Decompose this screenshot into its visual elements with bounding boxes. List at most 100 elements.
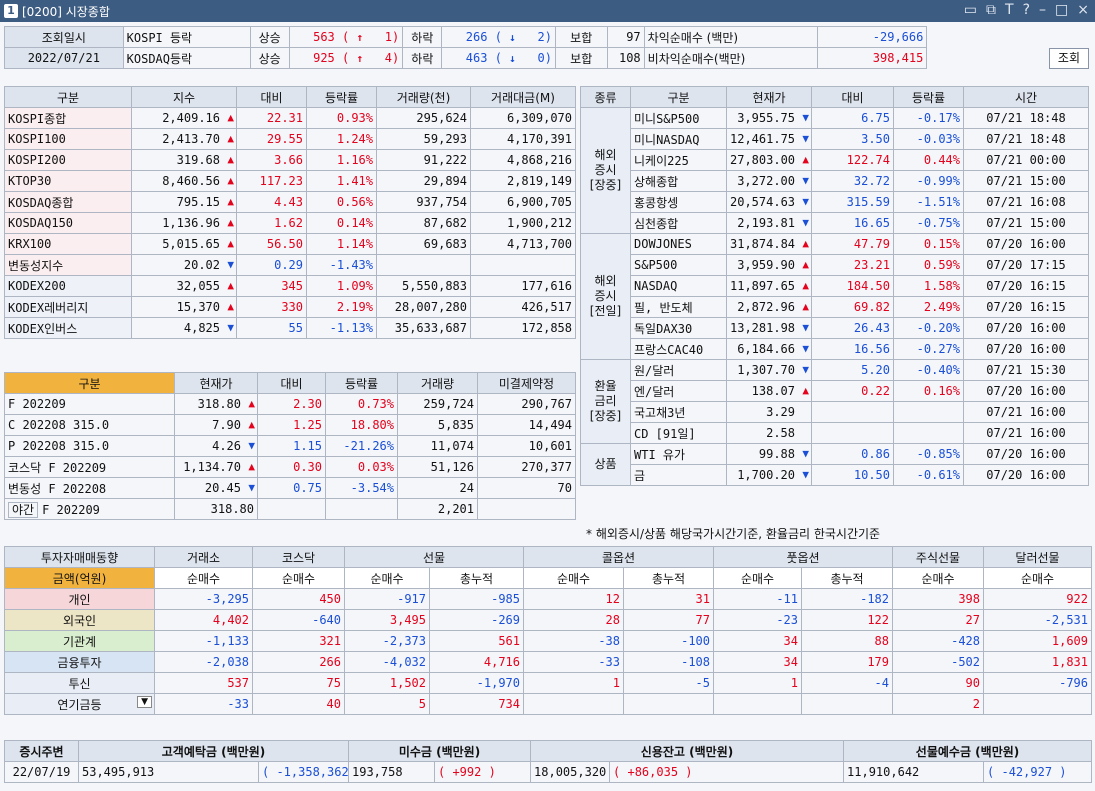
timezone-note: * 해외증시/상품 해당국가시간기준, 환율금리 한국시간기준 [586,527,881,541]
table-row[interactable]: KOSDAQ종합 795.15 ▲ 4.43 0.56% 937,754 6,900,705 [4,191,576,213]
table-row[interactable]: 상품 WTI 유가 99.88 ▼ 0.86 -0.85% 07/20 16:00 [580,443,1089,486]
futures-deposit-value: 11,910,642 [843,761,985,783]
layout-icon[interactable]: ▭ [964,2,977,18]
table-row[interactable]: 해외 증시 [전일] DOWJONES 31,874.84 ▲ 47.79 0.15% 07… [580,233,1089,360]
index-diff: 0.29 [236,254,307,276]
world-group-label: 상품 [580,443,631,486]
table-row[interactable]: KOSPI종합 2,409.16 ▲ 22.31 0.93% 295,624 6,309,0… [4,107,576,129]
table-row[interactable]: 독일DAX30 13,281.98 ▼ 26.43 -0.20% 07/20 16:00 [581,317,1089,339]
flow-value: 31 [623,588,714,610]
deriv-rate: -21.26% [325,435,398,457]
down-triangle-icon: ▼ [802,342,809,355]
table-row[interactable]: 연기금등 ▼ -33 40 5 734 2 [4,693,1092,715]
down-triangle-icon: ▼ [802,321,809,334]
table-row[interactable]: 프랑스CAC40 6,184.66 ▼ 16.56 -0.27% 07/20 16:00 [581,338,1089,360]
index-volume: 87,682 [376,212,471,234]
close-icon[interactable]: × [1077,2,1089,18]
flow-value [523,693,624,715]
derivatives-table: 구분 현재가 대비 등락률 거래량 미결제약정 F 202209 318.80 ▲ 2.30 0.… [4,372,576,520]
table-row[interactable]: 환율 금리 [장중] 원/달러 1,307.70 ▼ 5.20 -0.40% 07/21 1… [580,359,1089,444]
flow-value: 2 [892,693,984,715]
nonarb-value: 398,415 [816,47,928,69]
table-row[interactable]: 필, 반도체 2,872.96 ▲ 69.82 2.49% 07/20 16:15 [581,296,1089,318]
table-row[interactable]: 변동성지수 20.02 ▼ 0.29 -1.43% [4,254,576,276]
table-row[interactable]: P 202208 315.0 4.26 ▼ 1.15 -21.26% 11,074 10,6… [4,435,576,457]
world-name: 니케이225 [630,149,727,171]
help-icon[interactable]: ? [1023,2,1030,18]
table-row[interactable]: 미니NASDAQ 12,461.75 ▼ 3.50 -0.03% 07/21 18:48 [581,128,1089,150]
flow-value: 122 [801,609,893,631]
world-value: 99.88 ▼ [726,443,812,465]
table-row[interactable]: KOSDAQ150 1,136.96 ▲ 1.62 0.14% 87,682 1,900,2… [4,212,576,234]
investor-name[interactable]: 연기금등 ▼ [4,693,155,715]
world-value: 2,872.96 ▲ [726,296,812,318]
down-triangle-icon: ▼ [802,216,809,229]
table-row[interactable]: NASDAQ 11,897.65 ▲ 184.50 1.58% 07/20 16:15 [581,275,1089,297]
table-row[interactable]: CD [91일] 2.58 07/21 16:00 [581,422,1089,444]
flow-sub-header: 순매수 [344,567,430,589]
table-row[interactable]: 홍콩항셍 20,574.63 ▼ 315.59 -1.51% 07/21 16:08 [581,191,1089,213]
world-diff [811,401,894,423]
table-row[interactable]: 외국인 4,402 -640 3,495 -269 28 77 -23 122 27 -2,531 [4,609,1092,631]
table-row[interactable]: 투신 537 75 1,502 -1,970 1 -5 1 -4 90 -796 [4,672,1092,694]
world-header: 현재가 [726,86,812,108]
table-row[interactable]: 국고채3년 3.29 07/21 16:00 [581,401,1089,423]
deriv-rate: 0.73% [325,393,398,415]
table-row[interactable]: F 202209 318.80 ▲ 2.30 0.73% 259,724 290,767 [4,393,576,415]
credit-balance-value: 18,005,320 [530,761,611,783]
flow-value: -11 [713,588,802,610]
table-row[interactable]: KODEX200 32,055 ▲ 345 1.09% 5,550,883 177,616 [4,275,576,297]
table-row[interactable]: KRX100 5,015.65 ▲ 56.50 1.14% 69,683 4,713,700 [4,233,576,255]
table-row[interactable]: 니케이225 27,803.00 ▲ 122.74 0.44% 07/21 00:00 [581,149,1089,171]
index-value: 2,409.16 ▲ [131,107,237,129]
table-row[interactable]: 금융투자 -2,038 266 -4,032 4,716 -33 -108 34 179 -502… [4,651,1092,673]
up-triangle-icon: ▲ [227,300,234,313]
font-size-icon[interactable]: T [1005,2,1014,18]
flow-value: -38 [523,630,624,652]
dropdown-arrow-icon[interactable]: ▼ [137,696,152,708]
table-row[interactable]: KOSPI200 319.68 ▲ 3.66 1.16% 91,222 4,868,216 [4,149,576,171]
table-row[interactable]: 코스닥 F 202209 1,134.70 ▲ 0.30 0.03% 51,126 270,… [4,456,576,478]
world-diff: 23.21 [811,254,894,276]
investor-name: 투신 [4,672,155,694]
down-label: 하락 [402,26,443,48]
minimize-icon[interactable]: – [1039,2,1046,18]
maximize-icon[interactable]: □ [1055,2,1068,18]
flow-value: -269 [429,609,524,631]
world-diff: 6.75 [811,107,894,129]
night-row[interactable]: 야간 F 202209 318.80 2,201 [4,498,576,520]
table-row[interactable]: S&P500 3,959.90 ▲ 23.21 0.59% 07/20 17:15 [581,254,1089,276]
flow-value: 179 [801,651,893,673]
deriv-diff: 2.30 [257,393,326,415]
table-row[interactable]: 엔/달러 138.07 ▲ 0.22 0.16% 07/20 16:00 [581,380,1089,402]
world-time: 07/20 17:15 [963,254,1089,276]
night-name: 야간 F 202209 [4,498,175,520]
flow-value: -640 [252,609,345,631]
world-diff: 122.74 [811,149,894,171]
flow-sub-header: 순매수 [523,567,624,589]
table-row[interactable]: 기관계 -1,133 321 -2,373 561 -38 -100 34 88 -428 1,60… [4,630,1092,652]
deriv-value: 7.90 ▲ [174,414,258,436]
table-row[interactable]: 심천종합 2,193.81 ▼ 16.65 -0.75% 07/21 15:00 [581,212,1089,234]
copy-window-icon[interactable]: ⧉ [986,2,996,18]
table-row[interactable]: KTOP30 8,460.56 ▲ 117.23 1.41% 29,894 2,819,14… [4,170,576,192]
query-button[interactable]: 조회 [1048,47,1089,69]
index-header: 거래량(천) [376,86,471,108]
world-rate: 0.16% [893,380,964,402]
deriv-oi: 290,767 [477,393,576,415]
table-row[interactable]: 해외 증시 [장중] 미니S&P500 3,955.75 ▼ 6.75 -0.17% 07/… [580,107,1089,234]
index-rate: 1.24% [306,128,377,150]
table-row[interactable]: 개인 -3,295 450 -917 -985 12 31 -11 -182 398 922 [4,588,1092,610]
world-name: WTI 유가 [630,443,727,465]
table-row[interactable]: KODEX레버리지 15,370 ▲ 330 2.19% 28,007,280 426,51… [4,296,576,318]
index-value: 20.02 ▼ [131,254,237,276]
table-row[interactable]: KODEX인버스 4,825 ▼ 55 -1.13% 35,633,687 172,858 [4,317,576,339]
table-row[interactable]: 변동성 F 202208 20.45 ▼ 0.75 -3.54% 24 70 [4,477,576,499]
table-row[interactable]: 금 1,700.20 ▼ 10.50 -0.61% 07/20 16:00 [581,464,1089,486]
world-value: 3,955.75 ▼ [726,107,812,129]
table-row[interactable]: C 202208 315.0 7.90 ▲ 1.25 18.80% 5,835 14,494 [4,414,576,436]
table-row[interactable]: KOSPI100 2,413.70 ▲ 29.55 1.24% 59,293 4,170,3… [4,128,576,150]
table-row[interactable]: 상해종합 3,272.00 ▼ 32.72 -0.99% 07/21 15:00 [581,170,1089,192]
deriv-name: P 202208 315.0 [4,435,175,457]
world-header: 종류 [580,86,631,108]
